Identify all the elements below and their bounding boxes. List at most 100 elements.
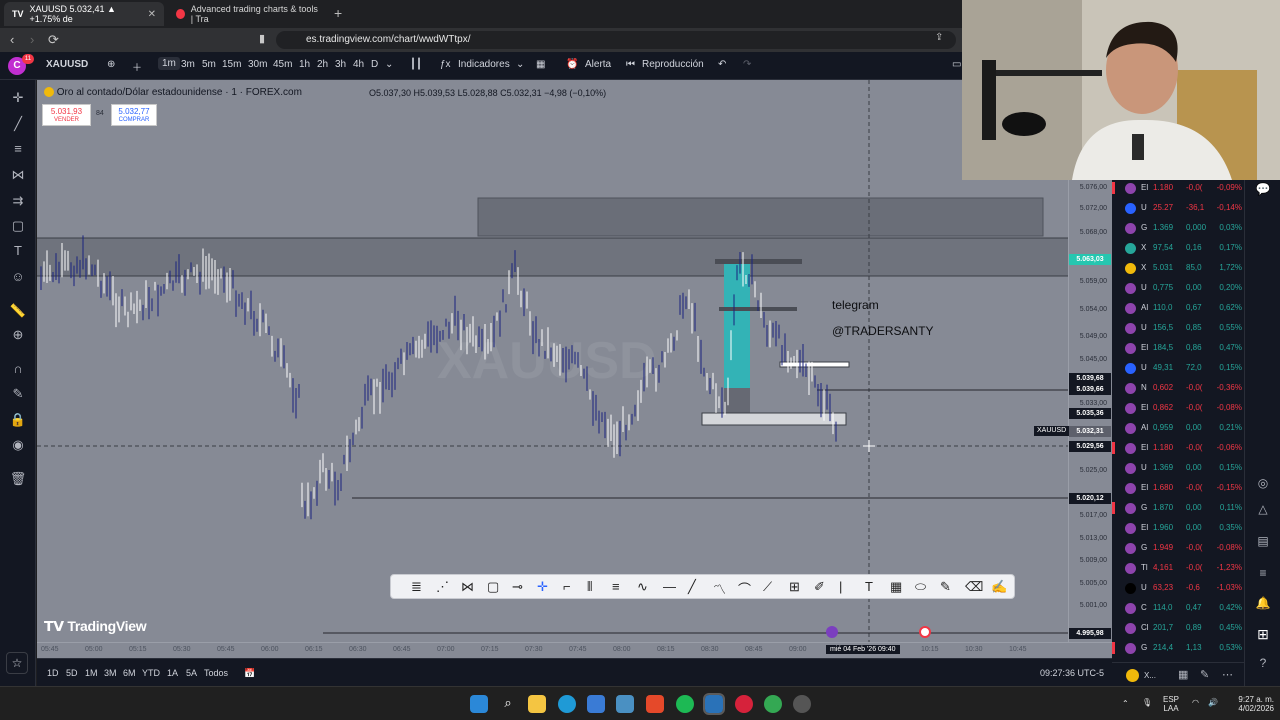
supply-zone-box[interactable] bbox=[477, 197, 1044, 237]
emoji-icon[interactable]: ☺ bbox=[9, 268, 27, 286]
watchlist-row[interactable]: G 214,4 1,13 0,53% bbox=[1112, 638, 1244, 658]
reload-icon[interactable]: ⟳ bbox=[48, 32, 59, 48]
trend-line-icon[interactable]: ╱ bbox=[9, 115, 27, 133]
chevron-down-icon[interactable]: ⌄ bbox=[385, 59, 393, 70]
annotation-text-handle[interactable]: @TRADERSANTY bbox=[832, 324, 934, 338]
search-icon[interactable]: ⌕ bbox=[499, 695, 517, 713]
taskbar-clock[interactable]: 9:27 a. m. 4/02/2026 bbox=[1226, 695, 1274, 713]
more-icon[interactable]: ⋯ bbox=[1222, 668, 1233, 681]
text-icon[interactable]: T bbox=[9, 242, 27, 260]
range-icon[interactable]: ⊞ bbox=[789, 579, 800, 595]
interval-5m[interactable]: 5m bbox=[202, 59, 216, 70]
date-range-icon[interactable]: 📅 bbox=[244, 668, 255, 679]
tray-chevron-icon[interactable]: ⌃ bbox=[1122, 699, 1129, 708]
watchlist-row[interactable]: U 156,5 0,85 0,55% bbox=[1112, 318, 1244, 338]
add-symbol-icon[interactable]: ＋ bbox=[132, 59, 142, 74]
interval-3m[interactable]: 3m bbox=[181, 59, 195, 70]
event-marker-icon[interactable] bbox=[826, 626, 838, 638]
replay-button[interactable]: Reproducción bbox=[642, 59, 704, 70]
new-tab-icon[interactable]: + bbox=[334, 5, 342, 21]
layout-grid-icon[interactable]: ▦ bbox=[536, 59, 545, 70]
watchlist-row[interactable]: G 1.870 0,00 0,11% bbox=[1112, 498, 1244, 518]
settings-icon[interactable] bbox=[793, 695, 811, 713]
watchlist-row[interactable]: U 1.369 0,00 0,15% bbox=[1112, 458, 1244, 478]
eraser-icon[interactable]: ⌫ bbox=[965, 579, 983, 595]
watchlist-row[interactable]: Al 110,0 0,67 0,62% bbox=[1112, 298, 1244, 318]
footer-symbol[interactable]: X... bbox=[1144, 671, 1156, 680]
interval-1m[interactable]: 1m bbox=[158, 57, 180, 70]
range-all[interactable]: Todos bbox=[204, 668, 228, 678]
trash-icon[interactable]: 🗑 bbox=[9, 470, 27, 488]
fib-icon[interactable]: ≡ bbox=[9, 140, 27, 158]
range-box-top[interactable] bbox=[715, 259, 802, 264]
annotation-text-telegram[interactable]: telegram bbox=[832, 298, 879, 312]
microphone-icon[interactable]: 🎙 bbox=[1142, 698, 1152, 707]
highlighter-icon[interactable]: ✍ bbox=[991, 579, 1007, 595]
interval-4h[interactable]: 4h bbox=[353, 59, 364, 70]
symbol-search[interactable]: XAUUSD bbox=[46, 59, 88, 70]
crosshair-tool-icon[interactable]: ✛ bbox=[537, 579, 548, 595]
watchlist-row[interactable]: U 49,31 72,0 0,15% bbox=[1112, 358, 1244, 378]
resistance-zone[interactable] bbox=[37, 238, 1068, 276]
path-icon[interactable]: 〽 bbox=[713, 579, 726, 598]
bookmark-icon[interactable]: ▮ bbox=[259, 32, 265, 45]
range-1m[interactable]: 1M bbox=[85, 668, 98, 678]
price-chart[interactable]: XAUUSD bbox=[37, 80, 1068, 658]
eye-icon[interactable]: ◉ bbox=[9, 436, 27, 454]
target-icon[interactable]: ◎ bbox=[1255, 476, 1271, 492]
time-scale[interactable]: 05:45 05:00 05:15 05:30 05:45 06:00 06:15 06:30… bbox=[37, 642, 1112, 658]
brave-browser-icon[interactable] bbox=[646, 695, 664, 713]
notification-icon[interactable]: 🔔 bbox=[1255, 596, 1271, 612]
watchlist-row[interactable]: U 0,775 0,00 0,20% bbox=[1112, 278, 1244, 298]
edit-icon[interactable]: ✎ bbox=[1200, 668, 1209, 681]
watchlist-row[interactable]: U 25.27 -36,1 -0,14% bbox=[1112, 198, 1244, 218]
utc-clock[interactable]: 09:27:36 UTC-5 bbox=[1040, 668, 1104, 678]
watchlist-row[interactable]: El 0,862 -0,0(-0,08% bbox=[1112, 398, 1244, 418]
parallel-channel-icon[interactable]: ⫴ bbox=[587, 579, 592, 595]
grid-icon[interactable]: ▦ bbox=[890, 579, 902, 595]
watchlist-row[interactable]: G 1.949 -0,0(-0,08% bbox=[1112, 538, 1244, 558]
watchlist-row[interactable]: El 184,5 0,86 0,47% bbox=[1112, 338, 1244, 358]
watchlist-row[interactable]: C 114,0 0,47 0,42% bbox=[1112, 598, 1244, 618]
chrome-icon[interactable] bbox=[764, 695, 782, 713]
shape-icon[interactable]: ▢ bbox=[9, 217, 27, 235]
calendar-icon[interactable]: ▤ bbox=[1255, 534, 1271, 550]
edge-browser-icon[interactable] bbox=[558, 695, 576, 713]
interval-15m[interactable]: 15m bbox=[222, 59, 241, 70]
small-box[interactable] bbox=[779, 361, 850, 368]
forecast-icon[interactable]: ⇉ bbox=[9, 192, 27, 210]
redo-icon[interactable]: ↷ bbox=[743, 59, 751, 70]
magnet-icon[interactable]: ∩ bbox=[9, 360, 27, 378]
active-app-icon[interactable] bbox=[703, 693, 725, 715]
range-5a[interactable]: 5A bbox=[186, 668, 197, 678]
browser-tab-tradingview[interactable]: Advanced trading charts & tools | Tra bbox=[168, 2, 328, 26]
fib-channel-icon[interactable]: ≡ bbox=[612, 579, 620, 594]
lock-drawing-icon[interactable]: ✎ bbox=[9, 385, 27, 403]
share-icon[interactable]: ⇪ bbox=[935, 32, 943, 43]
pattern-icon[interactable]: ⋈ bbox=[9, 166, 27, 184]
interval-3h[interactable]: 3h bbox=[335, 59, 346, 70]
pitchfork-icon[interactable]: ≣ bbox=[411, 579, 422, 595]
range-1d[interactable]: 1D bbox=[47, 668, 59, 678]
chart-pane[interactable]: XAUUSD bbox=[37, 80, 1068, 658]
watchlist-row[interactable]: X 97,54 0,16 0,17% bbox=[1112, 238, 1244, 258]
buy-button[interactable]: 5.032,77 COMPRAR bbox=[111, 104, 157, 126]
list-icon[interactable]: ≡ bbox=[1255, 566, 1271, 582]
wave-icon[interactable]: ∿ bbox=[637, 579, 648, 595]
interval-2h[interactable]: 2h bbox=[317, 59, 328, 70]
rectangle-icon[interactable]: ▢ bbox=[487, 579, 499, 595]
interval-1h[interactable]: 1h bbox=[299, 59, 310, 70]
watchlist-row[interactable]: Cl 201,7 0,89 0,45% bbox=[1112, 618, 1244, 638]
watchlist-row[interactable]: Al 0,959 0,00 0,21% bbox=[1112, 418, 1244, 438]
range-ytd[interactable]: YTD bbox=[142, 668, 160, 678]
volume-icon[interactable]: 🔊 bbox=[1208, 698, 1218, 707]
crosshair-icon[interactable]: ✛ bbox=[9, 89, 27, 107]
zoom-icon[interactable]: ⊕ bbox=[9, 326, 27, 344]
sell-button[interactable]: 5.031,93 VENDER bbox=[42, 104, 91, 126]
watchlist-row[interactable]: El 1.680 -0,0(-0,15% bbox=[1112, 478, 1244, 498]
wifi-icon[interactable]: ◠ bbox=[1192, 698, 1199, 707]
range-6m[interactable]: 6M bbox=[123, 668, 136, 678]
alert-button[interactable]: Alerta bbox=[585, 59, 611, 70]
app-red-icon[interactable] bbox=[735, 695, 753, 713]
callout-icon[interactable]: ⌐ bbox=[563, 579, 571, 594]
